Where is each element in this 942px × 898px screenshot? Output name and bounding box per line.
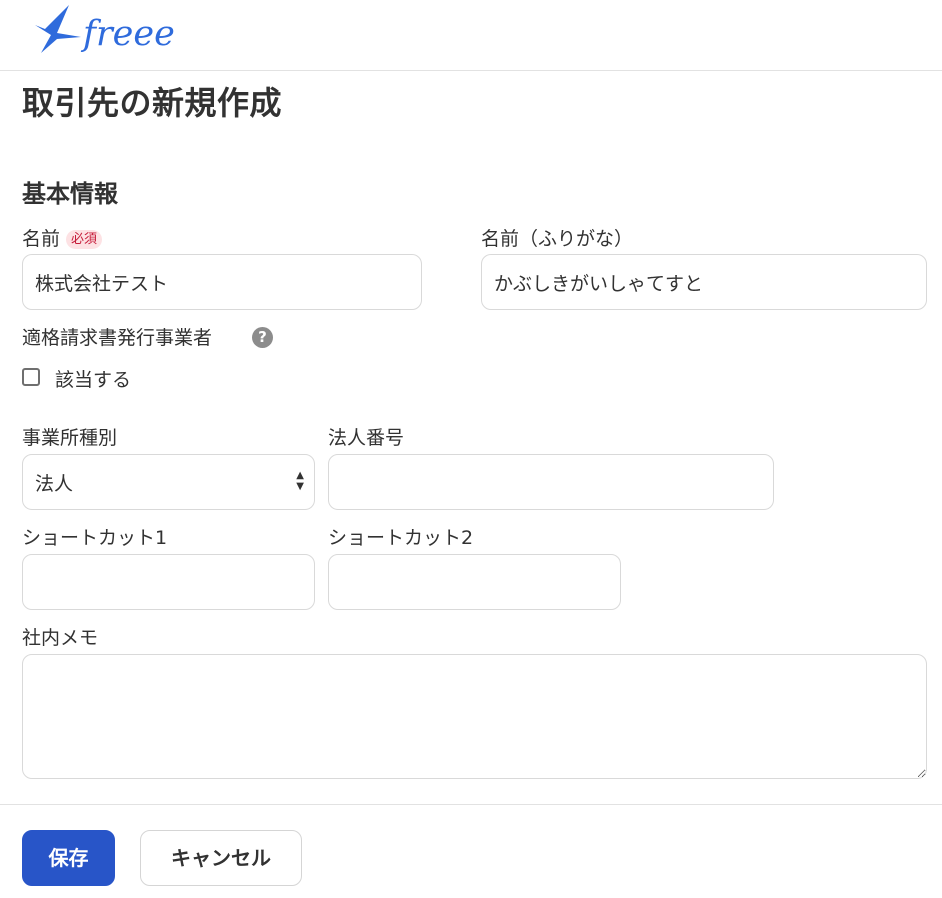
- shortcut2-input[interactable]: [328, 554, 621, 610]
- corporate-number-label: 法人番号: [328, 427, 405, 449]
- page-title: 取引先の新規作成: [22, 84, 283, 122]
- internal-memo-label: 社内メモ: [22, 627, 99, 649]
- required-badge: 必須: [66, 230, 103, 249]
- question-circle-icon[interactable]: ?: [252, 327, 273, 348]
- save-button[interactable]: 保存: [22, 830, 115, 886]
- app-header: freee: [0, 0, 942, 71]
- invoice-issuer-checkbox[interactable]: [22, 368, 40, 386]
- name-label-text: 名前: [22, 228, 61, 250]
- name-kana-label: 名前（ふりがな）: [481, 228, 634, 250]
- shortcut2-label: ショートカット2: [328, 527, 474, 549]
- business-type-selected-value: 法人: [35, 473, 74, 495]
- name-kana-input[interactable]: [481, 254, 927, 310]
- name-input[interactable]: [22, 254, 422, 310]
- cancel-button[interactable]: キャンセル: [140, 830, 302, 886]
- logo-text: freee: [80, 14, 175, 54]
- select-arrows-icon: ▲ ▼: [296, 470, 304, 492]
- name-label: 名前 必須: [22, 227, 103, 251]
- swallow-logo-icon: [35, 5, 81, 53]
- section-title-basic-info: 基本情報: [22, 180, 118, 208]
- internal-memo-textarea[interactable]: [22, 654, 927, 779]
- invoice-issuer-label: 適格請求書発行事業者: [22, 327, 213, 349]
- shortcut1-label: ショートカット1: [22, 527, 168, 549]
- invoice-issuer-checkbox-label[interactable]: 該当する: [55, 368, 131, 392]
- corporate-number-input[interactable]: [328, 454, 774, 510]
- business-type-select[interactable]: 法人 ▲ ▼: [22, 454, 315, 510]
- freee-logo[interactable]: freee: [33, 3, 183, 59]
- shortcut1-input[interactable]: [22, 554, 315, 610]
- business-type-label: 事業所種別: [22, 427, 118, 449]
- footer-divider: [0, 804, 942, 805]
